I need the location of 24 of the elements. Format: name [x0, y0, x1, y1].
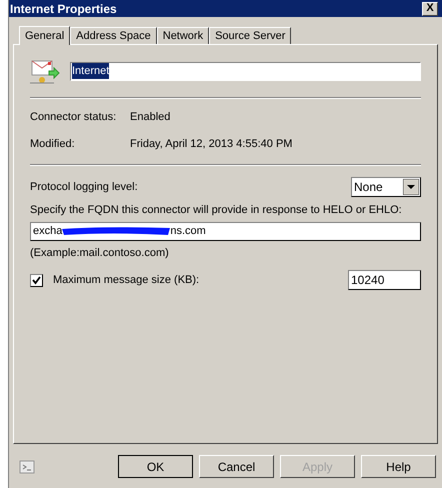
- tab[interactable]: General: [19, 26, 70, 45]
- info-value: Friday, April 12, 2013 4:55:40 PM: [130, 136, 292, 152]
- tab[interactable]: Source Server: [209, 27, 292, 44]
- dialog-button[interactable]: Help: [361, 455, 436, 478]
- dialog-button[interactable]: OK: [118, 455, 193, 478]
- dialog-button[interactable]: Cancel: [199, 455, 274, 478]
- close-button[interactable]: X: [422, 2, 438, 16]
- info-value: Enabled: [130, 110, 170, 125]
- max-size-checkbox[interactable]: [30, 274, 43, 286]
- logging-label: Protocol logging level:: [30, 180, 138, 195]
- info-label: Modified:: [30, 136, 76, 152]
- window-title: Internet Properties: [10, 0, 117, 18]
- name-field[interactable]: Internet: [70, 62, 421, 80]
- console-icon: [19, 460, 35, 474]
- info-label: Connector status:: [30, 110, 118, 125]
- dropdown-arrow-icon: [403, 179, 419, 195]
- max-size-label: Maximum message size (KB):: [53, 272, 200, 288]
- max-size-field[interactable]: 10240: [348, 270, 421, 290]
- fqdn-field[interactable]: excha ns.com: [30, 222, 421, 240]
- tab[interactable]: Network: [156, 27, 210, 44]
- logging-dropdown[interactable]: None: [351, 177, 421, 197]
- fqdn-label: Specify the FQDN this connector will provide in response to HELO or EHLO:: [30, 203, 403, 218]
- fqdn-hint: (Example:mail.contoso.com): [30, 246, 170, 260]
- tab[interactable]: Address Space: [70, 27, 157, 44]
